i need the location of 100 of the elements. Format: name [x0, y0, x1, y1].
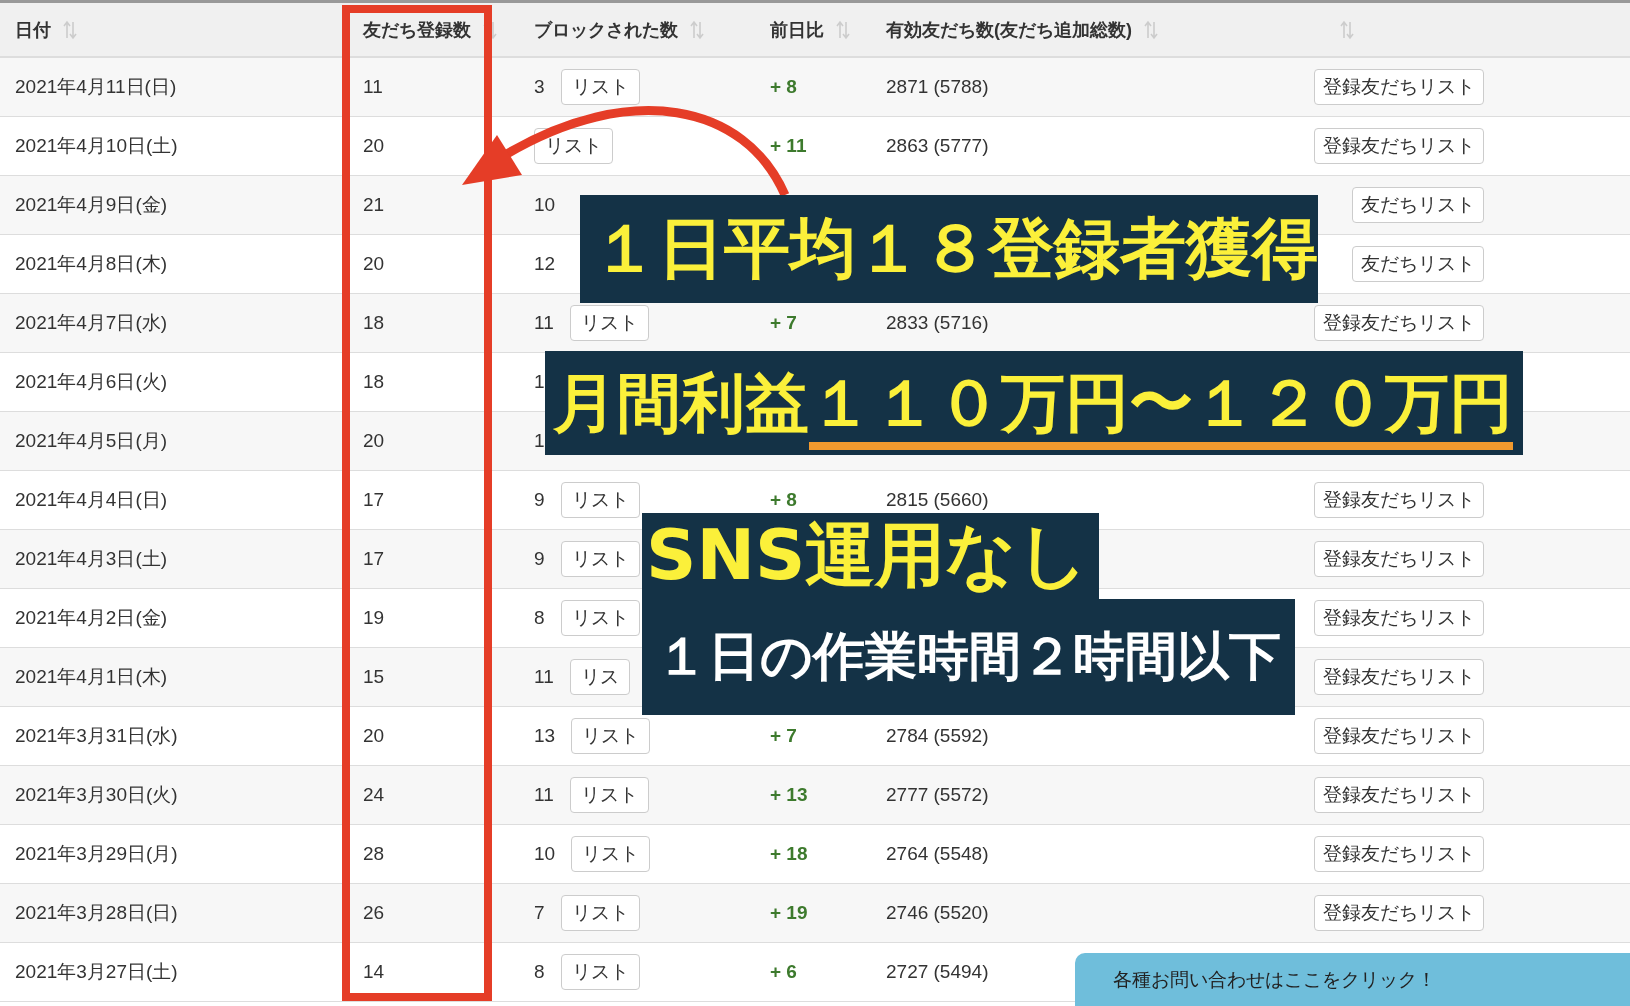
diff-value: + 8 [770, 76, 797, 97]
friends-list-button[interactable]: 登録友だちリスト [1314, 777, 1484, 813]
diff-value: + 8 [770, 489, 797, 510]
blocked-count: 13 [534, 725, 556, 747]
date-cell: 2021年4月1日(木) [15, 666, 168, 687]
banner-text: SNS運用なし [646, 513, 1090, 598]
date-cell: 2021年4月8日(木) [15, 253, 168, 274]
banner-text: １日平均１８登録者獲得 [592, 209, 1318, 289]
sort-icon[interactable] [483, 19, 497, 40]
diff-value: + 13 [770, 784, 808, 805]
list-button[interactable]: リス [569, 659, 630, 695]
friends-count: 18 [363, 312, 385, 333]
total-count: 2863 (5777) [886, 135, 989, 156]
friends-count: 26 [363, 902, 385, 923]
list-button[interactable]: リスト [571, 836, 651, 872]
friends-count: 17 [363, 489, 385, 510]
friends-list-button[interactable]: 登録友だちリスト [1314, 305, 1484, 341]
list-button[interactable]: リスト [569, 305, 649, 341]
friends-count: 14 [363, 961, 385, 982]
date-cell: 2021年3月30日(火) [15, 784, 178, 805]
diff-value: + 7 [770, 312, 797, 333]
banner-text: 月間利益 １１０万円〜１２０万円 [553, 359, 1513, 447]
total-count: 2815 (5660) [886, 489, 989, 510]
blocked-count: 8 [534, 607, 545, 629]
date-cell: 2021年3月28日(日) [15, 902, 178, 923]
date-cell: 2021年4月9日(金) [15, 194, 168, 215]
friends-list-button[interactable]: 登録友だちリスト [1314, 482, 1484, 518]
friends-list-button[interactable]: 登録友だちリスト [1314, 836, 1484, 872]
column-header[interactable]: ブロックされた数 [534, 17, 678, 42]
date-cell: 2021年4月5日(月) [15, 430, 168, 451]
blocked-count: 11 [534, 312, 554, 334]
date-cell: 2021年4月6日(火) [15, 371, 168, 392]
date-cell: 2021年3月29日(月) [15, 843, 178, 864]
friends-count: 20 [363, 135, 385, 156]
friends-list-button[interactable]: 登録友だちリスト [1314, 69, 1484, 105]
total-count: 2727 (5494) [886, 961, 989, 982]
blocked-count: 3 [534, 76, 545, 98]
diff-value: + 6 [770, 961, 797, 982]
friends-list-button[interactable]: 登録友だちリスト [1314, 659, 1484, 695]
blocked-count: 9 [534, 489, 545, 511]
total-count: 2764 (5548) [886, 843, 989, 864]
blocked-count: 1 [534, 430, 545, 452]
friends-list-button[interactable]: 友だちリスト [1352, 246, 1484, 282]
list-button[interactable]: リスト [560, 954, 640, 990]
blocked-count: 8 [534, 961, 545, 983]
date-cell: 2021年4月4日(日) [15, 489, 168, 510]
list-button[interactable]: リスト [560, 69, 640, 105]
blocked-count: 1 [534, 371, 545, 393]
friends-count: 24 [363, 784, 385, 805]
friends-count: 20 [363, 430, 385, 451]
friends-list-button[interactable]: 登録友だちリスト [1314, 128, 1484, 164]
total-count: 2871 (5788) [886, 76, 989, 97]
total-count: 2777 (5572) [886, 784, 989, 805]
friends-count: 11 [363, 76, 383, 97]
list-button[interactable]: リスト [560, 600, 640, 636]
friends-list-button[interactable]: 登録友だちリスト [1314, 718, 1484, 754]
list-button[interactable]: リスト [569, 777, 649, 813]
contact-button[interactable]: 各種お問い合わせはここをクリック！ [1075, 953, 1630, 1006]
blocked-count: 10 [534, 194, 556, 216]
blocked-count: 11 [534, 784, 554, 806]
date-cell: 2021年4月11日(日) [15, 76, 177, 97]
list-button[interactable]: リスト [571, 718, 651, 754]
friends-list-button[interactable]: 登録友だちリスト [1314, 600, 1484, 636]
friends-count: 18 [363, 371, 385, 392]
friends-count: 19 [363, 607, 385, 628]
diff-value: + 11 [770, 135, 807, 156]
column-header[interactable]: 友だち登録数 [363, 17, 471, 42]
total-count: 2746 (5520) [886, 902, 989, 923]
blocked-count: 12 [534, 253, 556, 275]
blocked-count: 9 [534, 548, 545, 570]
date-cell: 2021年3月31日(水) [15, 725, 178, 746]
blocked-count: 7 [534, 902, 545, 924]
friends-count: 28 [363, 843, 385, 864]
friends-count: 20 [363, 253, 385, 274]
date-cell: 2021年3月27日(土) [15, 961, 178, 982]
date-cell: 2021年4月2日(金) [15, 607, 168, 628]
friends-count: 21 [363, 194, 385, 215]
column-header[interactable]: 日付 [15, 17, 51, 42]
blocked-count: 11 [534, 666, 554, 688]
list-button[interactable]: リスト [560, 895, 640, 931]
date-cell: 2021年4月7日(水) [15, 312, 168, 333]
column-header[interactable]: 有効友だち数(友だち追加総数) [886, 17, 1132, 42]
total-count: 2784 (5592) [886, 725, 989, 746]
diff-value: + 7 [770, 725, 797, 746]
list-button[interactable]: リスト [560, 541, 640, 577]
banner-text: １日の作業時間２時間以下 [656, 625, 1281, 688]
friends-list-button[interactable]: 登録友だちリスト [1314, 895, 1484, 931]
friends-list-button[interactable]: 登録友だちリスト [1314, 541, 1484, 577]
date-cell: 2021年4月3日(土) [15, 548, 168, 569]
date-cell: 2021年4月10日(土) [15, 135, 178, 156]
blocked-count: 10 [534, 843, 556, 865]
list-button[interactable]: リスト [534, 128, 613, 164]
diff-value: + 18 [770, 843, 808, 864]
friends-list-button[interactable]: 友だちリスト [1352, 187, 1484, 223]
friends-count: 15 [363, 666, 385, 687]
friends-count: 17 [363, 548, 385, 569]
friends-count: 20 [363, 725, 385, 746]
diff-value: + 19 [770, 902, 808, 923]
column-header[interactable]: 前日比 [770, 17, 824, 42]
list-button[interactable]: リスト [560, 482, 640, 518]
